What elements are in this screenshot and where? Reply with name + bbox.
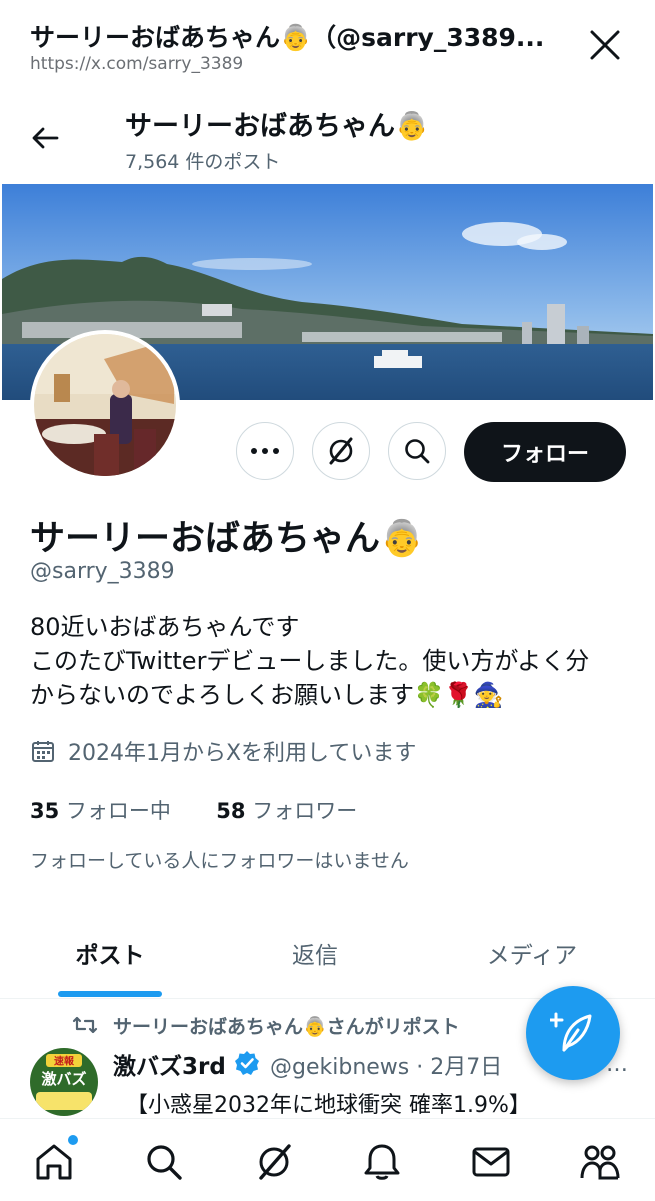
home-icon[interactable] <box>34 1142 74 1182</box>
following-link[interactable]: 35 フォロー中 <box>30 799 171 823</box>
tab-media[interactable]: メディア <box>462 936 602 970</box>
calendar-icon <box>32 741 54 762</box>
profile-handle: @sarry_3389 <box>30 559 175 584</box>
verified-badge-icon <box>235 1051 259 1075</box>
tab-posts[interactable]: ポスト <box>40 936 180 970</box>
header-name-emoji: 👵 <box>395 111 429 142</box>
profile-avatar[interactable] <box>30 330 180 480</box>
avatar-title-text: 激バズ <box>41 1070 86 1088</box>
close-icon[interactable] <box>588 28 622 62</box>
tab-replies[interactable]: 返信 <box>245 936 385 970</box>
follow-button[interactable]: フォロー <box>464 422 626 482</box>
display-name-text: サーリーおばあちゃん <box>30 519 381 559</box>
profile-search-button[interactable] <box>388 422 446 480</box>
bottom-nav <box>0 1118 655 1201</box>
search-icon[interactable] <box>144 1142 184 1182</box>
grok-button[interactable] <box>312 422 370 480</box>
profile-bio: 80近いおばあちゃんです このたびTwitterデビューしました。使い方がよく分… <box>30 610 630 712</box>
header-profile-name: サーリーおばあちゃん👵 <box>125 104 429 143</box>
grok-icon[interactable] <box>254 1142 294 1182</box>
communities-icon[interactable] <box>580 1142 620 1182</box>
tweet-author-avatar[interactable]: 速報 激バズ <box>30 1048 98 1116</box>
page-title: サーリーおばあちゃん👵（@sarry_3389... <box>30 23 545 52</box>
bio-line: このたびTwitterデビューしました。使い方がよく分 <box>30 647 590 675</box>
search-icon <box>405 439 430 464</box>
mutual-followers-note: フォローしている人にフォロワーはいません <box>30 850 409 872</box>
post-count: 7,564 件のポスト <box>125 151 281 173</box>
more-icon <box>251 448 279 454</box>
repost-icon <box>72 1016 98 1034</box>
following-label: フォロー中 <box>65 799 171 823</box>
followers-link[interactable]: 58 フォロワー <box>216 799 357 823</box>
page-url: https://x.com/sarry_3389 <box>30 54 244 74</box>
repost-attribution[interactable]: サーリーおばあちゃん👵さんがリポスト <box>113 1012 460 1039</box>
compose-button[interactable] <box>526 986 620 1080</box>
bio-line: からないのでよろしくお願いします🍀🌹🧙 <box>30 681 504 709</box>
display-name-emoji: 👵 <box>380 519 424 559</box>
joined-date: 2024年1月からXを利用しています <box>68 741 417 766</box>
more-button[interactable] <box>236 422 294 480</box>
grok-icon <box>329 437 353 465</box>
tweet-author-meta[interactable]: @gekibnews · 2月7日 <box>270 1049 502 1081</box>
followers-count: 58 <box>216 799 246 823</box>
followers-label: フォロワー <box>252 799 358 823</box>
following-count: 35 <box>30 799 60 823</box>
tweet-text[interactable]: 【小惑星2032年に地球衝突 確率1.9%】 <box>126 1087 531 1119</box>
tweet-author-name[interactable]: 激バズ3rd <box>113 1047 226 1081</box>
messages-icon[interactable] <box>471 1142 511 1182</box>
compose-icon <box>550 1012 592 1052</box>
notifications-icon[interactable] <box>362 1142 402 1182</box>
avatar-badge-text: 速報 <box>54 1055 75 1068</box>
header-name-text: サーリーおばあちゃん <box>125 111 395 142</box>
home-notification-dot <box>66 1133 80 1147</box>
profile-display-name: サーリーおばあちゃん👵 <box>30 510 424 561</box>
follow-stats: 35 フォロー中 58 フォロワー <box>30 795 357 825</box>
active-tab-indicator <box>58 991 162 997</box>
bio-line: 80近いおばあちゃんです <box>30 613 300 641</box>
back-arrow-icon[interactable] <box>30 123 60 153</box>
